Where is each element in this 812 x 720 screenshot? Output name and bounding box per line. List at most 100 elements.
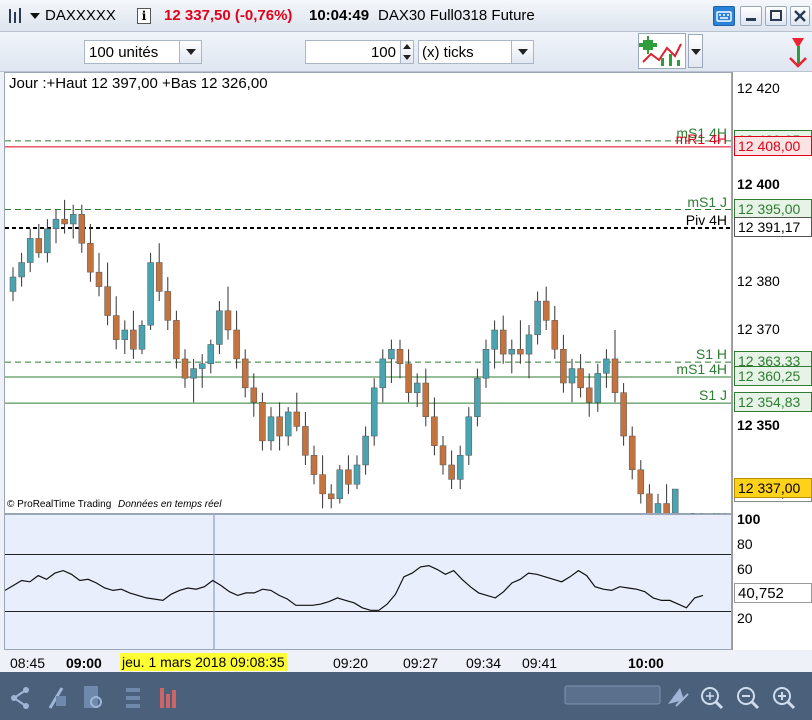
title-bar: DAXXXXX i 12 337,50 (-0,76%) 10:04:49 DA… bbox=[0, 0, 812, 32]
candle bbox=[78, 214, 86, 244]
bar-chart-icon[interactable] bbox=[160, 688, 176, 708]
info-icon[interactable]: i bbox=[137, 8, 151, 24]
candle bbox=[448, 464, 455, 480]
share-icon[interactable] bbox=[11, 687, 29, 709]
indicator-list-icon[interactable] bbox=[84, 686, 102, 708]
cursor-tool-icon[interactable] bbox=[668, 688, 689, 707]
candle bbox=[585, 387, 593, 403]
candle bbox=[121, 329, 129, 340]
candle bbox=[198, 363, 206, 369]
candle bbox=[491, 329, 498, 350]
add-indicator-icon[interactable] bbox=[638, 33, 686, 69]
candle bbox=[525, 334, 533, 355]
instrument-dropdown-icon[interactable] bbox=[30, 13, 40, 19]
oscillator-value: 40,752 bbox=[738, 585, 784, 602]
scrollbar[interactable] bbox=[564, 685, 661, 705]
candle bbox=[456, 455, 464, 480]
oscillator-chart[interactable] bbox=[5, 515, 731, 649]
level-price-tag: 12 395,00 bbox=[734, 198, 812, 219]
candle bbox=[542, 300, 550, 321]
candle bbox=[413, 382, 421, 393]
price-axis[interactable]: 12 42012 40012 38012 37012 35012 320 12 … bbox=[732, 72, 812, 617]
candle bbox=[216, 310, 223, 345]
candle bbox=[654, 503, 662, 513]
candle bbox=[663, 503, 670, 513]
candle bbox=[362, 435, 369, 466]
time-label: 08:45 bbox=[10, 655, 46, 671]
candle bbox=[138, 324, 146, 350]
price-tick-label: 12 350 bbox=[737, 417, 780, 434]
candle bbox=[302, 426, 309, 456]
candle bbox=[87, 242, 94, 273]
candle bbox=[190, 368, 197, 379]
candle bbox=[422, 382, 430, 418]
chevron-down-icon[interactable] bbox=[179, 41, 201, 63]
zoom-in-icon[interactable] bbox=[773, 687, 796, 710]
units-value: 100 unités bbox=[89, 44, 159, 61]
tools-icon[interactable] bbox=[784, 32, 812, 72]
candle bbox=[345, 469, 352, 485]
candle bbox=[637, 469, 645, 495]
footer-feed: Données en temps réel bbox=[118, 499, 222, 510]
oscillator-panel[interactable] bbox=[4, 514, 732, 650]
minimize-button[interactable] bbox=[740, 6, 762, 26]
candle bbox=[293, 411, 301, 427]
level-name: mS1 4H bbox=[676, 360, 727, 377]
oscillator-tick-label: 100 bbox=[737, 511, 761, 527]
candle bbox=[173, 320, 180, 360]
candle bbox=[620, 392, 627, 437]
level-price-tag: 12 354,83 bbox=[734, 392, 812, 413]
candle bbox=[319, 474, 326, 495]
candle bbox=[482, 349, 490, 379]
indicator-dropdown-icon[interactable] bbox=[688, 34, 703, 68]
candle bbox=[388, 349, 395, 360]
instrument-description: DAX30 Full0318 Future bbox=[378, 7, 535, 24]
candle bbox=[611, 358, 619, 393]
candle bbox=[405, 363, 412, 393]
ticks-count-input[interactable]: 100 bbox=[305, 40, 401, 64]
oscillator-tick-label: 60 bbox=[737, 560, 753, 577]
candle bbox=[164, 291, 172, 321]
oscillator-axis[interactable]: 100 80 60 20 40,752 bbox=[732, 511, 812, 650]
maximize-button[interactable] bbox=[765, 6, 787, 26]
candle bbox=[353, 464, 361, 485]
candle bbox=[551, 320, 559, 350]
keyboard-icon[interactable] bbox=[713, 6, 735, 26]
candle bbox=[155, 262, 163, 292]
current-price-tag: 12 337,00 bbox=[734, 478, 812, 499]
drawing-tools-icon[interactable] bbox=[48, 687, 66, 709]
candle bbox=[284, 411, 292, 437]
candle bbox=[646, 493, 653, 513]
candle bbox=[112, 315, 120, 340]
units-select[interactable]: 100 unités bbox=[84, 40, 202, 64]
level-price-tag: 12 360,25 bbox=[734, 365, 812, 386]
price-chart[interactable] bbox=[5, 73, 731, 513]
candle bbox=[379, 358, 387, 389]
candle bbox=[61, 218, 68, 225]
candle bbox=[439, 445, 447, 466]
time-axis[interactable]: 08:45 09:00 jeu. 1 mars 2018 09:08:35 09… bbox=[0, 650, 812, 672]
price-chart-panel[interactable]: Jour :+Haut 12 397,00 +Bas 12 326,00 © P… bbox=[4, 72, 732, 607]
candle bbox=[233, 329, 240, 360]
properties-icon[interactable] bbox=[126, 688, 140, 708]
instrument-name[interactable]: DAXXXXX bbox=[45, 7, 116, 24]
chevron-down-icon[interactable] bbox=[511, 41, 533, 63]
candle bbox=[327, 493, 335, 499]
candle bbox=[310, 455, 318, 475]
chart-window-icon[interactable] bbox=[6, 6, 26, 26]
candle bbox=[35, 238, 43, 254]
close-button[interactable] bbox=[790, 6, 810, 26]
oscillator-line bbox=[5, 564, 704, 611]
ticks-stepper[interactable] bbox=[400, 40, 414, 64]
candle bbox=[671, 488, 679, 513]
ticks-unit-select[interactable]: (x) ticks bbox=[418, 40, 534, 64]
level-name: S1 J bbox=[698, 387, 727, 404]
zoom-fit-icon[interactable] bbox=[701, 687, 724, 710]
candle bbox=[431, 416, 438, 446]
candle bbox=[104, 286, 111, 316]
candle bbox=[259, 402, 266, 442]
zoom-out-icon[interactable] bbox=[737, 687, 760, 710]
candle bbox=[181, 358, 189, 379]
price-tick-label: 12 400 bbox=[737, 176, 780, 193]
candle bbox=[499, 329, 507, 355]
